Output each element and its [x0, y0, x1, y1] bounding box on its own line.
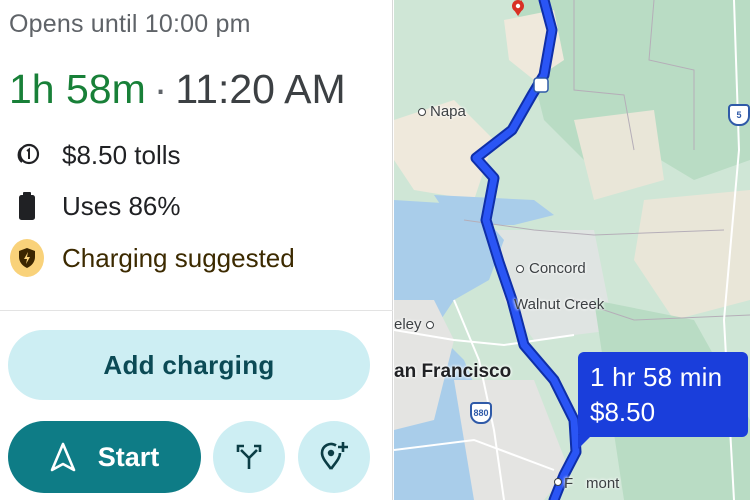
battery-row: Uses 86%: [10, 189, 181, 223]
map-label-napa: Napa: [430, 103, 466, 120]
map-label-concord: Concord: [529, 260, 586, 277]
toll-coins-icon: [10, 138, 44, 172]
add-location-icon: [318, 440, 350, 475]
charging-suggested-label: Charging suggested: [62, 242, 295, 273]
napa-marker: [418, 108, 426, 116]
opening-hours: Opens until 10:00 pm: [9, 10, 251, 38]
start-navigation-button[interactable]: Start: [8, 421, 201, 493]
fork-routes-icon: [234, 441, 264, 474]
map-label-berkeley: eley: [394, 316, 422, 333]
add-stop-button[interactable]: [298, 421, 370, 493]
arrival-time: 11:20 AM: [175, 66, 346, 112]
fremont-marker: [554, 478, 562, 486]
start-label: Start: [97, 441, 160, 472]
tolls-row: $8.50 tolls: [10, 138, 181, 172]
map-label-san-francisco: an Francisco: [394, 361, 512, 382]
concord-marker: [516, 265, 524, 273]
battery-icon: [10, 189, 44, 223]
add-charging-button[interactable]: Add charging: [8, 330, 370, 400]
callout-duration: 1 hr 58 min: [590, 362, 723, 392]
interstate-880-shield: 880: [470, 402, 492, 424]
panel-divider: [0, 310, 393, 311]
route-info-callout[interactable]: 1 hr 58 min $8.50: [578, 352, 748, 449]
route-map[interactable]: Napa Concord Walnut Creek eley an Franci…: [394, 0, 750, 500]
alternate-routes-button[interactable]: [213, 421, 285, 493]
map-label-fremont: mont: [586, 475, 620, 492]
callout-toll: $8.50: [590, 397, 656, 427]
charging-shield-icon: [10, 239, 44, 277]
tolls-label: $8.50 tolls: [62, 139, 181, 170]
eta-separator: ·: [153, 66, 168, 112]
battery-usage-label: Uses 86%: [62, 190, 181, 221]
eta-summary: 1h 58m · 11:20 AM: [9, 66, 346, 113]
berkeley-marker: [426, 321, 434, 329]
map-label-fremont-prefix: F: [564, 475, 574, 492]
trip-duration: 1h 58m: [9, 66, 146, 112]
route-details-panel: Opens until 10:00 pm 1h 58m · 11:20 AM $8.…: [0, 0, 393, 500]
interstate-5-shield: 5: [728, 104, 750, 126]
map-label-walnut-creek: Walnut Creek: [514, 296, 605, 313]
charging-row: Charging suggested: [10, 239, 295, 277]
navigation-arrow-icon: [50, 442, 76, 472]
